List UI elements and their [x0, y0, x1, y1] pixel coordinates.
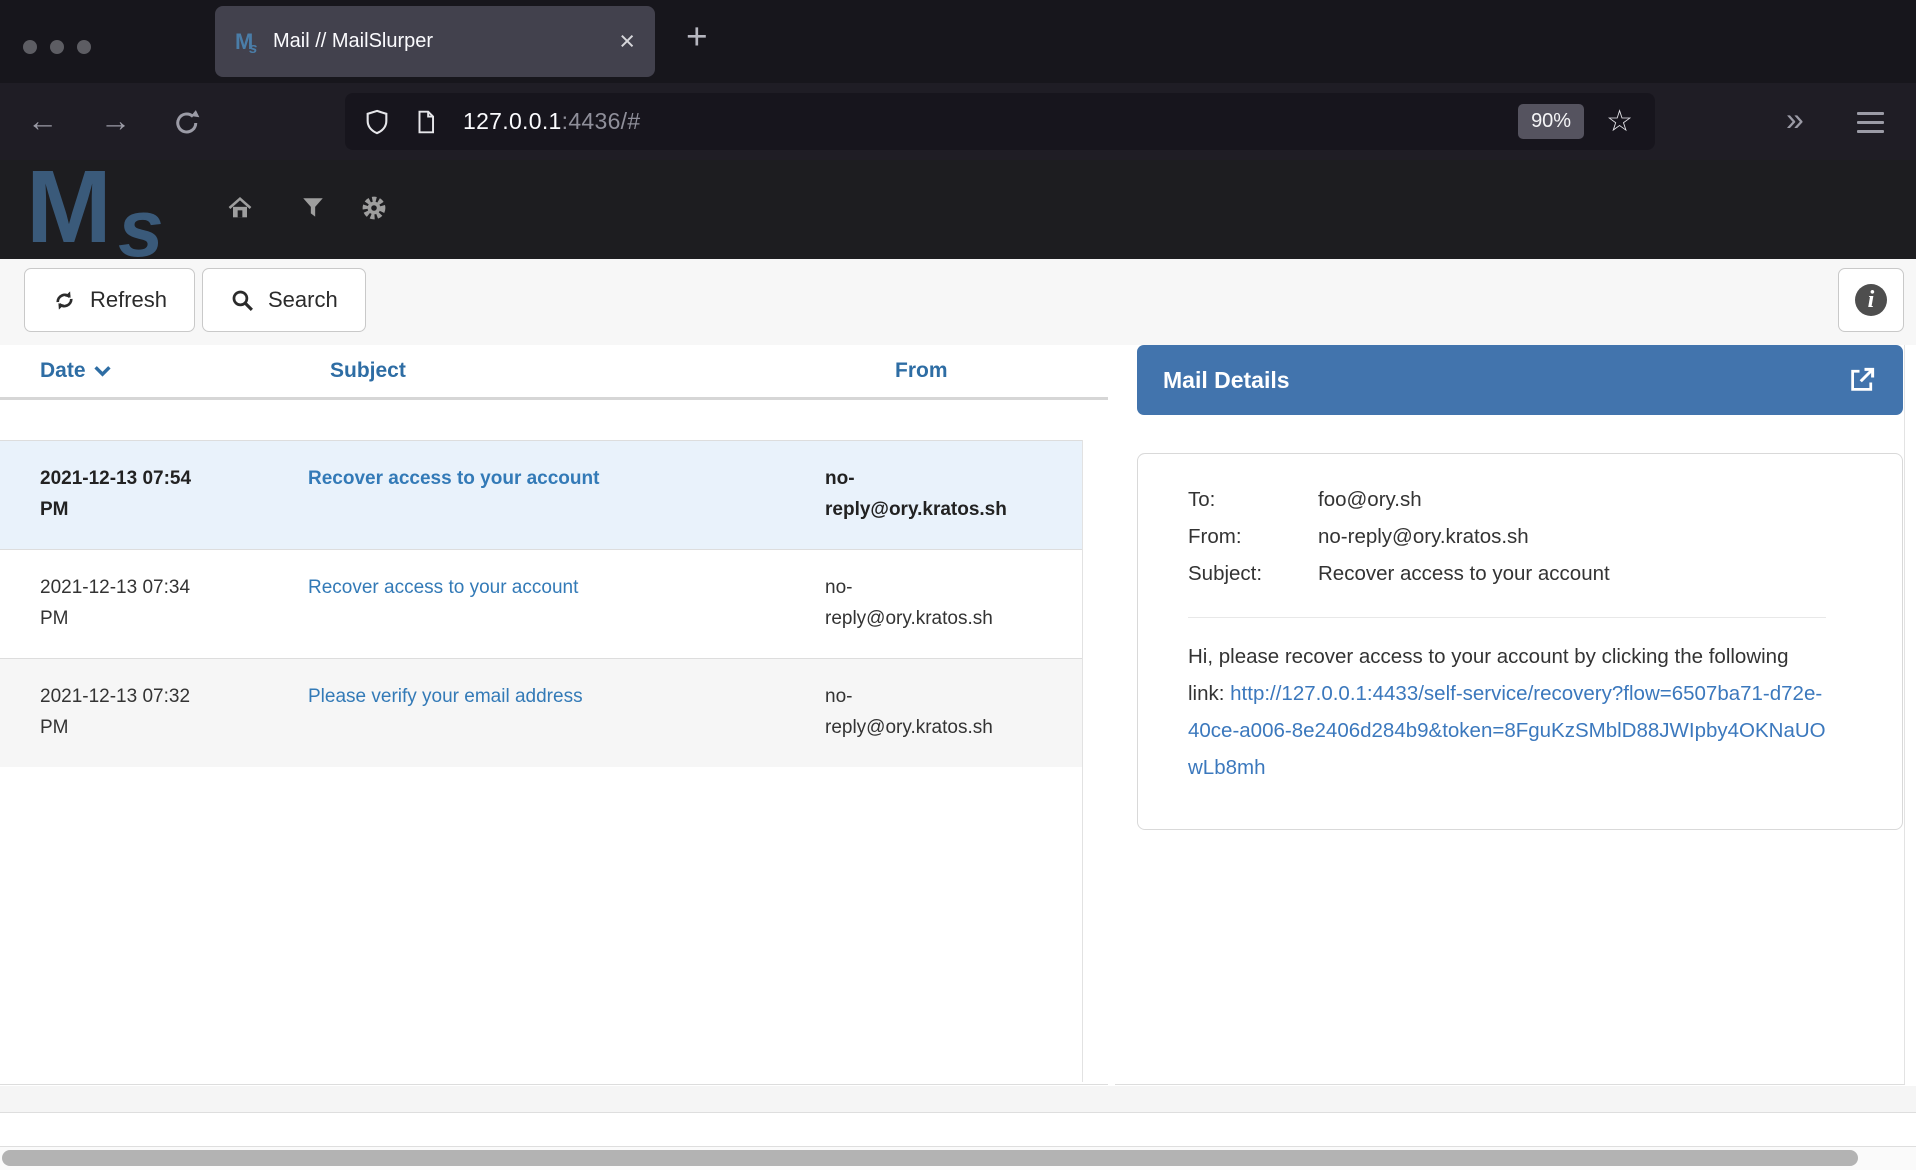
- tab-favicon-mailslurper-icon: M s: [235, 30, 259, 54]
- browser-tab-bar: M s Mail // MailSlurper × +: [0, 0, 1916, 83]
- refresh-icon: [52, 288, 77, 313]
- open-external-icon[interactable]: [1847, 365, 1877, 395]
- from-value: no-reply@ory.kratos.sh: [1318, 518, 1529, 555]
- app-header: M s: [0, 160, 1916, 259]
- gear-icon[interactable]: [360, 194, 388, 222]
- details-divider: [1188, 617, 1826, 618]
- horizontal-scrollbar[interactable]: [0, 1147, 1916, 1170]
- hamburger-menu-icon[interactable]: [1857, 112, 1884, 139]
- home-icon[interactable]: [226, 194, 254, 222]
- mail-date: 2021-12-13 07:32 PM: [0, 659, 300, 768]
- scrollbar-thumb[interactable]: [2, 1150, 1858, 1166]
- table-row[interactable]: 2021-12-13 07:54 PM Recover access to yo…: [0, 441, 1082, 550]
- url-bar[interactable]: 127.0.0.1:4436/# 90% ☆: [345, 93, 1655, 150]
- mail-details-card: To: foo@ory.sh From: no-reply@ory.kratos…: [1137, 453, 1903, 830]
- recovery-link[interactable]: http://127.0.0.1:4433/self-service/recov…: [1188, 682, 1826, 779]
- mail-subject-link[interactable]: Recover access to your account: [308, 577, 578, 598]
- refresh-button[interactable]: Refresh: [24, 268, 195, 332]
- mail-from: no-reply@ory.kratos.sh: [790, 550, 1082, 659]
- search-button[interactable]: Search: [202, 268, 366, 332]
- column-header-from[interactable]: From: [895, 359, 948, 383]
- column-header-subject[interactable]: Subject: [330, 359, 406, 383]
- refresh-label: Refresh: [90, 287, 167, 313]
- window-controls[interactable]: [23, 40, 91, 54]
- to-value: foo@ory.sh: [1318, 481, 1422, 518]
- zoom-level-badge[interactable]: 90%: [1518, 104, 1584, 139]
- action-bar: Refresh Search i: [0, 259, 1916, 345]
- mail-date: 2021-12-13 07:34 PM: [0, 550, 300, 659]
- window-minimize-button[interactable]: [50, 40, 64, 54]
- url-text[interactable]: 127.0.0.1:4436/#: [463, 108, 640, 135]
- page-background-strip: [0, 1086, 1916, 1112]
- date-column-label: Date: [40, 359, 86, 383]
- shield-icon[interactable]: [363, 108, 391, 136]
- sort-descending-icon: [94, 365, 111, 377]
- table-row[interactable]: 2021-12-13 07:34 PM Recover access to yo…: [0, 550, 1082, 659]
- subject-value: Recover access to your account: [1318, 555, 1610, 592]
- table-row[interactable]: 2021-12-13 07:32 PM Please verify your e…: [0, 659, 1082, 768]
- svg-text:M: M: [26, 160, 112, 259]
- mail-list-panel: Date Subject From 2021-12-13 07:54 PM Re…: [0, 345, 1108, 1085]
- mail-table: 2021-12-13 07:54 PM Recover access to yo…: [0, 440, 1082, 767]
- info-icon: i: [1855, 284, 1887, 316]
- svg-text:s: s: [118, 183, 164, 259]
- info-button[interactable]: i: [1838, 268, 1904, 332]
- tab-title: Mail // MailSlurper: [273, 30, 433, 53]
- mail-details-title: Mail Details: [1163, 367, 1290, 394]
- mail-details-panel: Mail Details To: foo@ory.sh From: no-rep…: [1115, 345, 1905, 1085]
- subject-label: Subject:: [1188, 555, 1318, 592]
- mail-subject-link[interactable]: Recover access to your account: [308, 468, 599, 489]
- back-icon[interactable]: ←: [27, 103, 58, 139]
- filter-icon[interactable]: [300, 194, 326, 222]
- tab-close-icon[interactable]: ×: [619, 28, 635, 55]
- mail-subject-link[interactable]: Please verify your email address: [308, 686, 583, 707]
- search-icon: [230, 288, 255, 313]
- mailslurper-logo: M s: [26, 160, 226, 259]
- bookmark-star-icon[interactable]: ☆: [1606, 104, 1633, 139]
- toolbar-overflow-icon[interactable]: »: [1786, 101, 1806, 138]
- window-maximize-button[interactable]: [77, 40, 91, 54]
- footer-strip: [0, 1112, 1916, 1147]
- browser-tab[interactable]: M s Mail // MailSlurper ×: [215, 6, 655, 77]
- mail-list-header: Date Subject From: [0, 345, 1108, 400]
- search-label: Search: [268, 287, 338, 313]
- window-close-button[interactable]: [23, 40, 37, 54]
- browser-nav-bar: ← → 127.0.0.1:4436/# 90% ☆ »: [0, 83, 1916, 160]
- mail-date: 2021-12-13 07:54 PM: [0, 441, 300, 550]
- page-icon[interactable]: [413, 109, 439, 135]
- to-label: To:: [1188, 481, 1318, 518]
- mail-rows-container: 2021-12-13 07:54 PM Recover access to yo…: [0, 440, 1083, 1082]
- url-path: :4436/#: [562, 108, 641, 134]
- mail-from: no-reply@ory.kratos.sh: [790, 441, 1082, 550]
- forward-icon[interactable]: →: [100, 103, 131, 139]
- reload-icon[interactable]: [172, 108, 202, 138]
- new-tab-button[interactable]: +: [686, 16, 708, 58]
- mail-from: no-reply@ory.kratos.sh: [790, 659, 1082, 768]
- mail-body: Hi, please recover access to your accoun…: [1188, 638, 1826, 786]
- svg-text:s: s: [249, 40, 257, 54]
- url-host: 127.0.0.1: [463, 108, 562, 134]
- column-header-date[interactable]: Date: [40, 359, 111, 383]
- from-label: From:: [1188, 518, 1318, 555]
- mail-details-header: Mail Details: [1137, 345, 1903, 415]
